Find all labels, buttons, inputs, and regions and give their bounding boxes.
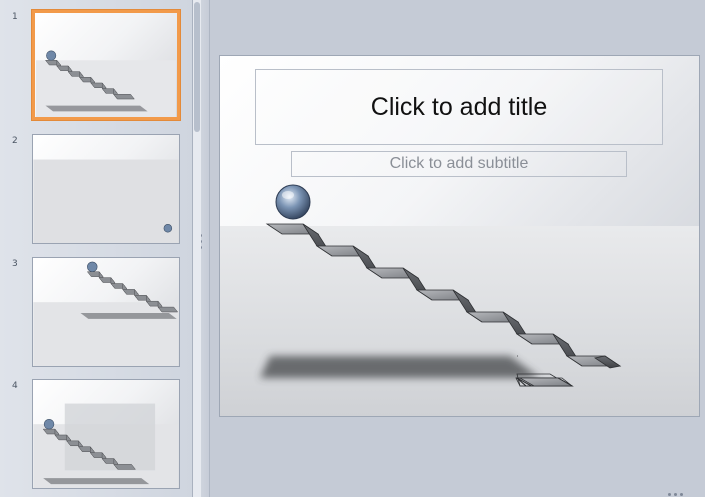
thumbnails-scrollbar[interactable] <box>193 0 201 497</box>
sphere-icon <box>163 224 173 233</box>
slide-number-3: 3 <box>12 259 18 269</box>
slide-thumbnail-2[interactable] <box>32 134 180 244</box>
subtitle-placeholder[interactable]: Click to add subtitle <box>291 151 627 177</box>
sphere-graphic <box>33 159 179 243</box>
notes-splitter-grip[interactable] <box>665 491 687 497</box>
splitter-grip-icon <box>674 493 677 496</box>
slide-thumbnails-pane: 1 2 3 4 <box>0 0 193 497</box>
scrollbar-thumb[interactable] <box>194 2 200 132</box>
slide-canvas[interactable]: Click to add title Click to add subtitle <box>219 55 700 417</box>
slide-thumbnail-1[interactable] <box>32 10 180 120</box>
splitter-grip-icon <box>680 493 683 496</box>
slide-number-1: 1 <box>12 12 18 22</box>
staircase-graphic <box>33 403 179 488</box>
sphere-icon <box>275 184 311 220</box>
sphere-icon <box>43 418 55 430</box>
slide-number-4: 4 <box>12 381 18 391</box>
slide-thumbnail-3[interactable] <box>32 257 180 367</box>
splitter-grip-icon <box>668 493 671 496</box>
title-placeholder[interactable]: Click to add title <box>255 69 663 145</box>
title-placeholder-text: Click to add title <box>370 92 548 121</box>
subtitle-placeholder-text: Click to add subtitle <box>389 155 529 172</box>
staircase-graphic <box>36 50 176 117</box>
slide-editing-area: Click to add title Click to add subtitle <box>210 0 705 497</box>
slide-thumbnail-4[interactable] <box>32 379 180 489</box>
slide-number-2: 2 <box>12 136 18 146</box>
staircase-graphic <box>33 261 179 366</box>
sphere-icon <box>87 261 98 273</box>
sphere-icon <box>46 50 57 61</box>
